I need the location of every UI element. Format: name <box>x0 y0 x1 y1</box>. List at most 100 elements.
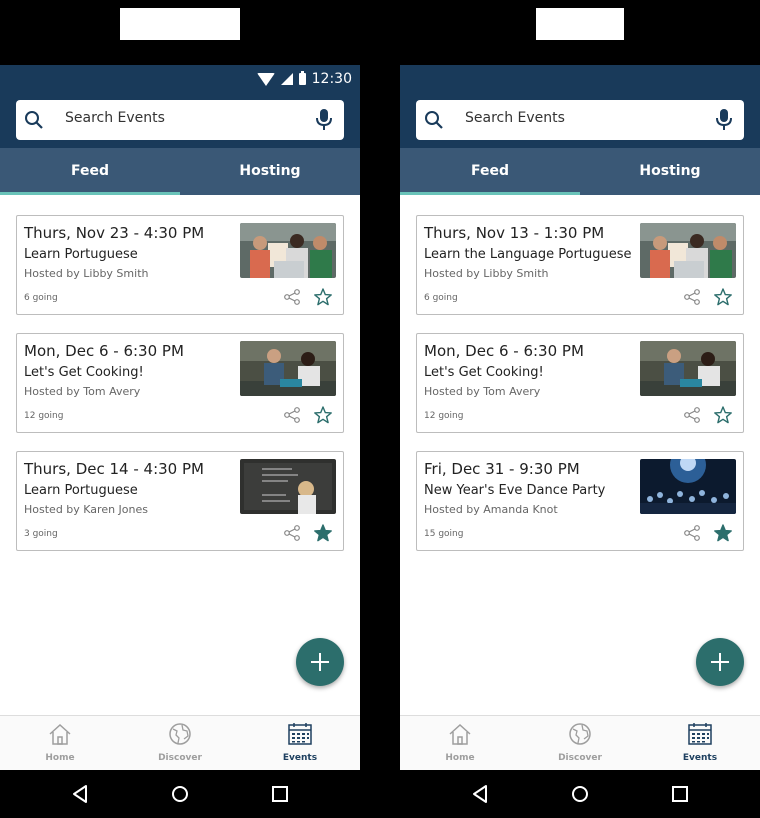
event-going-count: 3 going <box>24 529 58 539</box>
add-event-button[interactable] <box>296 638 344 686</box>
event-going-count: 15 going <box>424 529 464 539</box>
star-icon[interactable] <box>314 288 332 306</box>
event-going-count: 6 going <box>24 293 58 303</box>
app-bar: Search Events Feed Hosting <box>400 65 760 195</box>
event-card[interactable]: Thurs, Nov 13 - 1:30 PM Learn the Langua… <box>416 215 744 315</box>
share-icon[interactable] <box>684 525 700 541</box>
search-icon[interactable] <box>24 110 44 130</box>
nav-discover[interactable]: Discover <box>120 716 240 770</box>
star-filled-icon[interactable] <box>714 524 732 542</box>
star-icon[interactable] <box>714 406 732 424</box>
home-button-icon[interactable] <box>570 784 590 804</box>
event-date: Mon, Dec 6 - 6:30 PM <box>424 342 584 360</box>
event-going-count: 6 going <box>424 293 458 303</box>
back-icon[interactable] <box>70 784 90 804</box>
status-time: 12:30 <box>311 71 352 87</box>
tab-hosting[interactable]: Hosting <box>180 148 360 195</box>
before-heading <box>120 8 240 40</box>
status-bar: 12:30 <box>0 65 360 97</box>
event-host: Hosted by Amanda Knot <box>424 503 558 516</box>
event-photo-cooking <box>240 341 336 396</box>
battery-icon <box>298 71 306 85</box>
recents-icon[interactable] <box>270 784 290 804</box>
event-title: Let's Get Cooking! <box>24 365 144 380</box>
event-going-count: 12 going <box>24 411 64 421</box>
event-card[interactable]: Thurs, Dec 14 - 4:30 PM Learn Portuguese… <box>16 451 344 551</box>
search-placeholder[interactable]: Search Events <box>465 110 565 126</box>
event-going-count: 12 going <box>424 411 464 421</box>
after-heading <box>536 8 624 40</box>
search-bar[interactable]: Search Events <box>16 100 344 140</box>
nav-events-label: Events <box>282 753 318 763</box>
event-date: Thurs, Nov 23 - 4:30 PM <box>24 224 205 242</box>
recents-icon[interactable] <box>670 784 690 804</box>
nav-home-label: Home <box>45 753 75 763</box>
tab-hosting[interactable]: Hosting <box>580 148 760 195</box>
event-date: Mon, Dec 6 - 6:30 PM <box>24 342 184 360</box>
event-date: Thurs, Nov 13 - 1:30 PM <box>424 224 605 242</box>
back-icon[interactable] <box>470 784 490 804</box>
event-host: Hosted by Libby Smith <box>24 267 149 280</box>
calendar-icon <box>688 723 712 745</box>
nav-events[interactable]: Events <box>240 716 360 770</box>
home-icon <box>49 723 71 745</box>
event-photo-dance-party <box>640 459 736 514</box>
share-icon[interactable] <box>284 525 300 541</box>
system-nav-bar <box>0 770 760 818</box>
tab-bar: Feed Hosting <box>0 148 360 195</box>
globe-icon <box>169 723 191 745</box>
home-icon <box>449 723 471 745</box>
globe-icon <box>569 723 591 745</box>
search-bar[interactable]: Search Events <box>416 100 744 140</box>
bottom-nav: Home Discover Events <box>400 715 760 770</box>
event-title: Learn Portuguese <box>24 247 138 262</box>
nav-discover-label: Discover <box>158 753 202 763</box>
star-icon[interactable] <box>714 288 732 306</box>
event-host: Hosted by Tom Avery <box>24 385 141 398</box>
tab-indicator <box>0 192 180 195</box>
mic-icon[interactable] <box>716 109 732 131</box>
event-host: Hosted by Libby Smith <box>424 267 549 280</box>
add-event-button[interactable] <box>696 638 744 686</box>
event-host: Hosted by Karen Jones <box>24 503 149 516</box>
event-date: Thurs, Dec 14 - 4:30 PM <box>24 460 204 478</box>
nav-events[interactable]: Events <box>640 716 760 770</box>
star-icon[interactable] <box>314 406 332 424</box>
event-photo-cooking <box>640 341 736 396</box>
tab-feed[interactable]: Feed <box>400 148 580 195</box>
event-card[interactable]: Mon, Dec 6 - 6:30 PM Let's Get Cooking! … <box>416 333 744 433</box>
tab-feed[interactable]: Feed <box>0 148 180 195</box>
event-date: Fri, Dec 31 - 9:30 PM <box>424 460 580 478</box>
wifi-icon <box>256 72 275 86</box>
nav-home[interactable]: Home <box>400 716 520 770</box>
event-title: Learn the Language Portuguese <box>424 247 632 262</box>
event-title: New Year's Eve Dance Party <box>424 483 606 498</box>
mic-icon[interactable] <box>316 109 332 131</box>
tab-indicator <box>400 192 580 195</box>
event-card[interactable]: Mon, Dec 6 - 6:30 PM Let's Get Cooking! … <box>16 333 344 433</box>
event-card[interactable]: Fri, Dec 31 - 9:30 PM New Year's Eve Dan… <box>416 451 744 551</box>
nav-events-label: Events <box>682 753 718 763</box>
calendar-icon <box>288 723 312 745</box>
event-title: Let's Get Cooking! <box>424 365 544 380</box>
bottom-nav: Home Discover Events <box>0 715 360 770</box>
nav-discover-label: Discover <box>558 753 602 763</box>
share-icon[interactable] <box>684 407 700 423</box>
event-card[interactable]: Thurs, Nov 23 - 4:30 PM Learn Portuguese… <box>16 215 344 315</box>
home-button-icon[interactable] <box>170 784 190 804</box>
tab-bar: Feed Hosting <box>400 148 760 195</box>
share-icon[interactable] <box>284 289 300 305</box>
search-icon[interactable] <box>424 110 444 130</box>
star-filled-icon[interactable] <box>314 524 332 542</box>
phone-before: 12:30 Search Events Feed Hosting Thurs, … <box>0 65 360 770</box>
phone-after: Search Events Feed Hosting Thurs, Nov 13… <box>400 65 760 770</box>
event-host: Hosted by Tom Avery <box>424 385 541 398</box>
event-list: Thurs, Nov 13 - 1:30 PM Learn the Langua… <box>416 215 744 569</box>
share-icon[interactable] <box>284 407 300 423</box>
event-list: Thurs, Nov 23 - 4:30 PM Learn Portuguese… <box>16 215 344 569</box>
nav-discover[interactable]: Discover <box>520 716 640 770</box>
share-icon[interactable] <box>684 289 700 305</box>
nav-home[interactable]: Home <box>0 716 120 770</box>
search-placeholder[interactable]: Search Events <box>65 110 165 126</box>
nav-home-label: Home <box>445 753 475 763</box>
